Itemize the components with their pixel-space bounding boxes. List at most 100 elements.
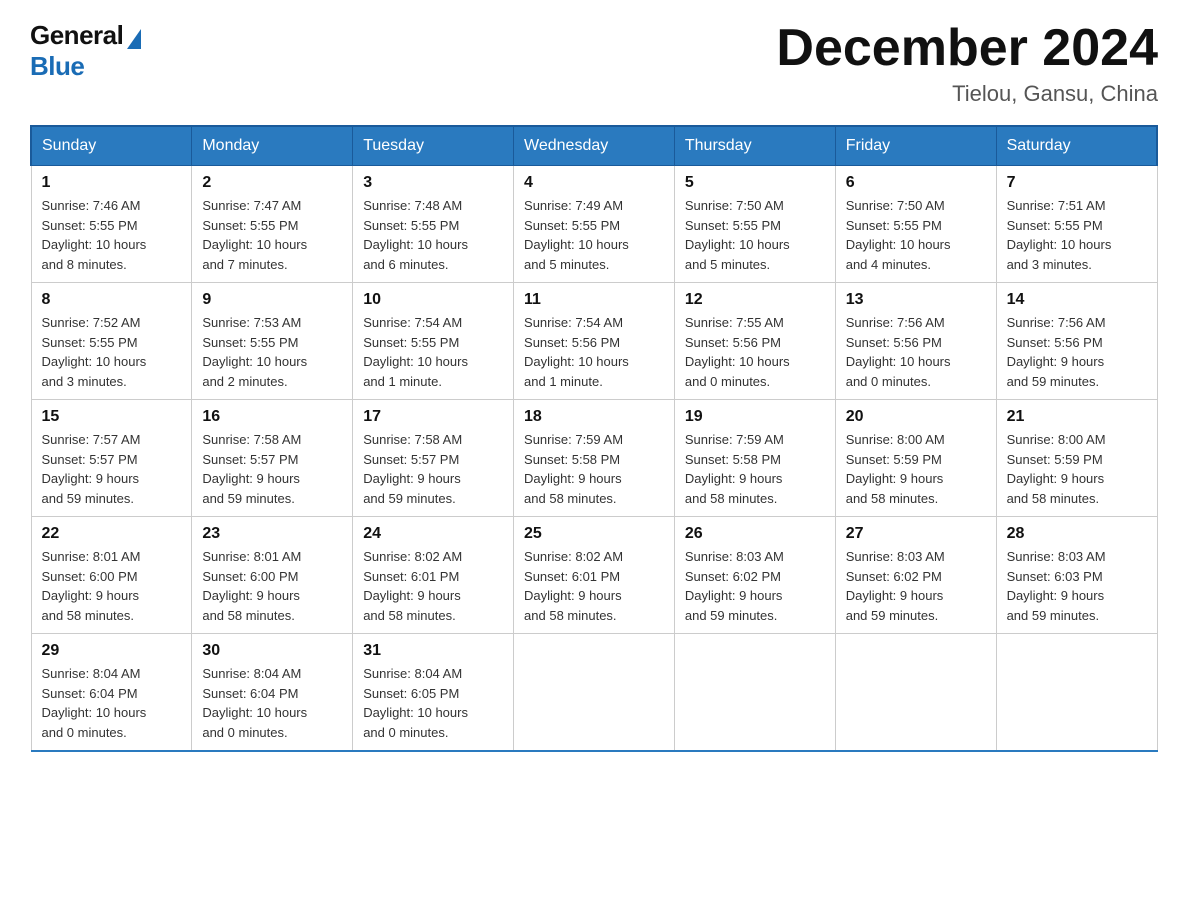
day-number: 15	[42, 408, 182, 426]
calendar-cell	[674, 634, 835, 752]
calendar-cell: 21 Sunrise: 8:00 AM Sunset: 5:59 PM Dayli…	[996, 400, 1157, 517]
day-info: Sunrise: 7:52 AM Sunset: 5:55 PM Dayligh…	[42, 313, 182, 391]
day-number: 10	[363, 291, 503, 309]
day-info: Sunrise: 8:04 AM Sunset: 6:05 PM Dayligh…	[363, 664, 503, 742]
day-number: 24	[363, 525, 503, 543]
day-number: 29	[42, 642, 182, 660]
day-number: 26	[685, 525, 825, 543]
calendar-cell: 17 Sunrise: 7:58 AM Sunset: 5:57 PM Dayli…	[353, 400, 514, 517]
day-info: Sunrise: 7:50 AM Sunset: 5:55 PM Dayligh…	[685, 196, 825, 274]
logo-general-text: General	[30, 20, 123, 51]
calendar-cell: 19Sunrise: 7:59 AM Sunset: 5:58 PM Dayli…	[674, 400, 835, 517]
day-number: 1	[42, 174, 182, 192]
day-number: 8	[42, 291, 182, 309]
weekday-header-wednesday: Wednesday	[514, 126, 675, 166]
calendar-cell	[514, 634, 675, 752]
day-info: Sunrise: 7:51 AM Sunset: 5:55 PM Dayligh…	[1007, 196, 1147, 274]
calendar-cell: 8 Sunrise: 7:52 AM Sunset: 5:55 PM Daylig…	[31, 283, 192, 400]
calendar-week-row: 8 Sunrise: 7:52 AM Sunset: 5:55 PM Daylig…	[31, 283, 1157, 400]
calendar-cell: 27 Sunrise: 8:03 AM Sunset: 6:02 PM Dayli…	[835, 517, 996, 634]
day-info: Sunrise: 7:58 AM Sunset: 5:57 PM Dayligh…	[363, 430, 503, 508]
day-info: Sunrise: 8:03 AM Sunset: 6:03 PM Dayligh…	[1007, 547, 1147, 625]
day-number: 20	[846, 408, 986, 426]
weekday-header-sunday: Sunday	[31, 126, 192, 166]
day-info: Sunrise: 8:03 AM Sunset: 6:02 PM Dayligh…	[846, 547, 986, 625]
calendar-cell: 30Sunrise: 8:04 AM Sunset: 6:04 PM Dayli…	[192, 634, 353, 752]
location-subtitle: Tielou, Gansu, China	[776, 81, 1158, 107]
day-info: Sunrise: 7:48 AM Sunset: 5:55 PM Dayligh…	[363, 196, 503, 274]
day-info: Sunrise: 7:54 AM Sunset: 5:56 PM Dayligh…	[524, 313, 664, 391]
logo-triangle-icon	[127, 29, 141, 49]
day-info: Sunrise: 8:04 AM Sunset: 6:04 PM Dayligh…	[42, 664, 182, 742]
day-info: Sunrise: 8:01 AM Sunset: 6:00 PM Dayligh…	[42, 547, 182, 625]
calendar-cell	[835, 634, 996, 752]
calendar-cell: 9 Sunrise: 7:53 AM Sunset: 5:55 PM Daylig…	[192, 283, 353, 400]
day-info: Sunrise: 7:50 AM Sunset: 5:55 PM Dayligh…	[846, 196, 986, 274]
day-info: Sunrise: 7:54 AM Sunset: 5:55 PM Dayligh…	[363, 313, 503, 391]
day-number: 23	[202, 525, 342, 543]
day-number: 28	[1007, 525, 1147, 543]
calendar-cell: 16 Sunrise: 7:58 AM Sunset: 5:57 PM Dayli…	[192, 400, 353, 517]
calendar-cell: 29 Sunrise: 8:04 AM Sunset: 6:04 PM Dayli…	[31, 634, 192, 752]
title-block: December 2024 Tielou, Gansu, China	[776, 20, 1158, 107]
day-info: Sunrise: 7:53 AM Sunset: 5:55 PM Dayligh…	[202, 313, 342, 391]
day-number: 27	[846, 525, 986, 543]
calendar-cell: 23 Sunrise: 8:01 AM Sunset: 6:00 PM Dayli…	[192, 517, 353, 634]
day-number: 16	[202, 408, 342, 426]
calendar-week-row: 15 Sunrise: 7:57 AM Sunset: 5:57 PM Dayli…	[31, 400, 1157, 517]
calendar-cell: 25Sunrise: 8:02 AM Sunset: 6:01 PM Dayli…	[514, 517, 675, 634]
day-info: Sunrise: 7:58 AM Sunset: 5:57 PM Dayligh…	[202, 430, 342, 508]
calendar-cell: 20Sunrise: 8:00 AM Sunset: 5:59 PM Dayli…	[835, 400, 996, 517]
day-number: 30	[202, 642, 342, 660]
day-info: Sunrise: 7:49 AM Sunset: 5:55 PM Dayligh…	[524, 196, 664, 274]
calendar-body: 1 Sunrise: 7:46 AM Sunset: 5:55 PM Daylig…	[31, 166, 1157, 752]
calendar-cell	[996, 634, 1157, 752]
day-number: 6	[846, 174, 986, 192]
day-number: 22	[42, 525, 182, 543]
day-info: Sunrise: 8:02 AM Sunset: 6:01 PM Dayligh…	[363, 547, 503, 625]
calendar-cell: 31 Sunrise: 8:04 AM Sunset: 6:05 PM Dayli…	[353, 634, 514, 752]
day-number: 21	[1007, 408, 1147, 426]
day-number: 13	[846, 291, 986, 309]
day-info: Sunrise: 7:57 AM Sunset: 5:57 PM Dayligh…	[42, 430, 182, 508]
day-number: 7	[1007, 174, 1147, 192]
calendar-cell: 22 Sunrise: 8:01 AM Sunset: 6:00 PM Dayli…	[31, 517, 192, 634]
calendar-cell: 18 Sunrise: 7:59 AM Sunset: 5:58 PM Dayli…	[514, 400, 675, 517]
day-number: 14	[1007, 291, 1147, 309]
calendar-header: SundayMondayTuesdayWednesdayThursdayFrid…	[31, 126, 1157, 166]
calendar-cell: 11 Sunrise: 7:54 AM Sunset: 5:56 PM Dayli…	[514, 283, 675, 400]
day-info: Sunrise: 7:46 AM Sunset: 5:55 PM Dayligh…	[42, 196, 182, 274]
weekday-header-monday: Monday	[192, 126, 353, 166]
calendar-cell: 15 Sunrise: 7:57 AM Sunset: 5:57 PM Dayli…	[31, 400, 192, 517]
calendar-cell: 12Sunrise: 7:55 AM Sunset: 5:56 PM Dayli…	[674, 283, 835, 400]
day-number: 5	[685, 174, 825, 192]
day-number: 11	[524, 291, 664, 309]
day-info: Sunrise: 7:56 AM Sunset: 5:56 PM Dayligh…	[846, 313, 986, 391]
calendar-cell: 13 Sunrise: 7:56 AM Sunset: 5:56 PM Dayli…	[835, 283, 996, 400]
day-info: Sunrise: 7:59 AM Sunset: 5:58 PM Dayligh…	[685, 430, 825, 508]
day-info: Sunrise: 7:59 AM Sunset: 5:58 PM Dayligh…	[524, 430, 664, 508]
calendar-week-row: 29 Sunrise: 8:04 AM Sunset: 6:04 PM Dayli…	[31, 634, 1157, 752]
day-number: 3	[363, 174, 503, 192]
logo-blue-text: Blue	[30, 51, 84, 82]
day-number: 9	[202, 291, 342, 309]
day-number: 2	[202, 174, 342, 192]
calendar-cell: 4 Sunrise: 7:49 AM Sunset: 5:55 PM Daylig…	[514, 166, 675, 283]
day-info: Sunrise: 7:56 AM Sunset: 5:56 PM Dayligh…	[1007, 313, 1147, 391]
day-info: Sunrise: 8:00 AM Sunset: 5:59 PM Dayligh…	[1007, 430, 1147, 508]
day-number: 18	[524, 408, 664, 426]
month-title: December 2024	[776, 20, 1158, 77]
calendar-cell: 14 Sunrise: 7:56 AM Sunset: 5:56 PM Dayli…	[996, 283, 1157, 400]
day-number: 12	[685, 291, 825, 309]
calendar-cell: 28 Sunrise: 8:03 AM Sunset: 6:03 PM Dayli…	[996, 517, 1157, 634]
calendar-table: SundayMondayTuesdayWednesdayThursdayFrid…	[30, 125, 1158, 752]
day-number: 17	[363, 408, 503, 426]
calendar-cell: 5 Sunrise: 7:50 AM Sunset: 5:55 PM Daylig…	[674, 166, 835, 283]
day-number: 31	[363, 642, 503, 660]
page-header: General Blue December 2024 Tielou, Gansu…	[30, 20, 1158, 107]
calendar-cell: 1 Sunrise: 7:46 AM Sunset: 5:55 PM Daylig…	[31, 166, 192, 283]
day-info: Sunrise: 8:03 AM Sunset: 6:02 PM Dayligh…	[685, 547, 825, 625]
day-number: 4	[524, 174, 664, 192]
weekday-header-tuesday: Tuesday	[353, 126, 514, 166]
day-info: Sunrise: 8:01 AM Sunset: 6:00 PM Dayligh…	[202, 547, 342, 625]
